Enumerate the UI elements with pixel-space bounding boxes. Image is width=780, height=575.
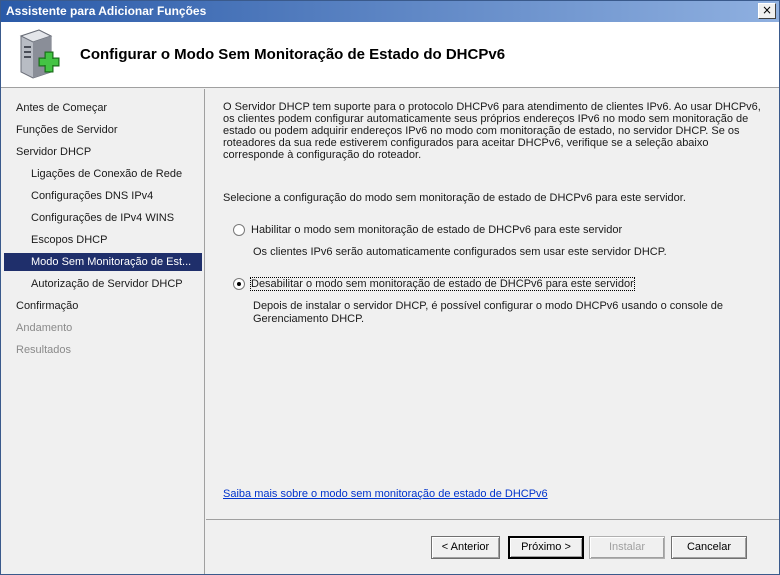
nav-item-configuracoes-dns-ipv4[interactable]: Configurações DNS IPv4: [4, 187, 202, 205]
nav-item-configuracoes-ipv4-wins[interactable]: Configurações de IPv4 WINS: [4, 209, 202, 227]
intro-line: O Servidor DHCP tem suporte para o proto…: [223, 101, 761, 113]
nav-item-andamento: Andamento: [16, 322, 73, 334]
disable-stateless-radio[interactable]: [233, 278, 245, 290]
nav-item-autorizacao-servidor-dhcp[interactable]: Autorização de Servidor DHCP: [4, 275, 202, 293]
description-line: Depois de instalar o servidor DHCP, é po…: [253, 300, 723, 312]
intro-line: estado ou podem adquirir endereços IPv6 …: [223, 125, 740, 137]
nav-item-modo-sem-monitoracao[interactable]: Modo Sem Monitoração de Est...: [4, 253, 202, 271]
next-button[interactable]: Próximo >: [508, 536, 584, 559]
disable-stateless-description: Depois de instalar o servidor DHCP, é po…: [253, 300, 753, 326]
enable-stateless-radio[interactable]: [233, 224, 245, 236]
content-pane: O Servidor DHCP tem suporte para o proto…: [206, 89, 779, 519]
disable-stateless-label[interactable]: Desabilitar o modo sem monitoração de es…: [250, 277, 635, 291]
nav-item-antes-de-comecar[interactable]: Antes de Começar: [4, 99, 202, 117]
intro-line: corresponde à configuração do roteador.: [223, 149, 422, 161]
add-roles-wizard-window: Assistente para Adicionar Funções × Conf…: [0, 0, 780, 575]
nav-item-confirmacao[interactable]: Confirmação: [4, 297, 202, 315]
back-button[interactable]: < Anterior: [431, 536, 500, 559]
wizard-header: Configurar o Modo Sem Monitoração de Est…: [1, 22, 779, 88]
wizard-footer: < Anterior Próximo > Instalar Cancelar: [206, 519, 779, 574]
nav-item-ligacoes-de-conexao[interactable]: Ligações de Conexão de Rede: [4, 165, 202, 183]
radio-selected-dot: [237, 282, 241, 286]
intro-line: os clientes podem configurar automaticam…: [223, 113, 749, 125]
page-title: Configurar o Modo Sem Monitoração de Est…: [80, 46, 506, 63]
server-add-role-icon: [19, 29, 60, 79]
nav-item-funcoes-de-servidor[interactable]: Funções de Servidor: [4, 121, 202, 139]
prompt-text: Selecione a configuração do modo sem mon…: [223, 192, 686, 204]
description-line: Gerenciamento DHCP.: [253, 313, 365, 325]
nav-item-escopos-dhcp[interactable]: Escopos DHCP: [4, 231, 202, 249]
wizard-steps-nav: Antes de Começar Funções de Servidor Ser…: [1, 89, 205, 574]
enable-stateless-label[interactable]: Habilitar o modo sem monitoração de esta…: [251, 224, 622, 236]
intro-line: roteadores da sua rede estiverem configu…: [223, 137, 709, 149]
title-bar[interactable]: Assistente para Adicionar Funções ×: [1, 1, 779, 22]
learn-more-link[interactable]: Saiba mais sobre o modo sem monitoração …: [223, 488, 548, 500]
window-title: Assistente para Adicionar Funções: [6, 4, 207, 18]
install-button: Instalar: [589, 536, 665, 559]
intro-text: O Servidor DHCP tem suporte para o proto…: [223, 101, 768, 161]
enable-stateless-description: Os clientes IPv6 serão automaticamente c…: [253, 246, 667, 258]
nav-item-resultados: Resultados: [16, 344, 72, 356]
nav-item-servidor-dhcp[interactable]: Servidor DHCP: [4, 143, 202, 161]
close-button[interactable]: ×: [758, 3, 776, 19]
cancel-button[interactable]: Cancelar: [671, 536, 747, 559]
